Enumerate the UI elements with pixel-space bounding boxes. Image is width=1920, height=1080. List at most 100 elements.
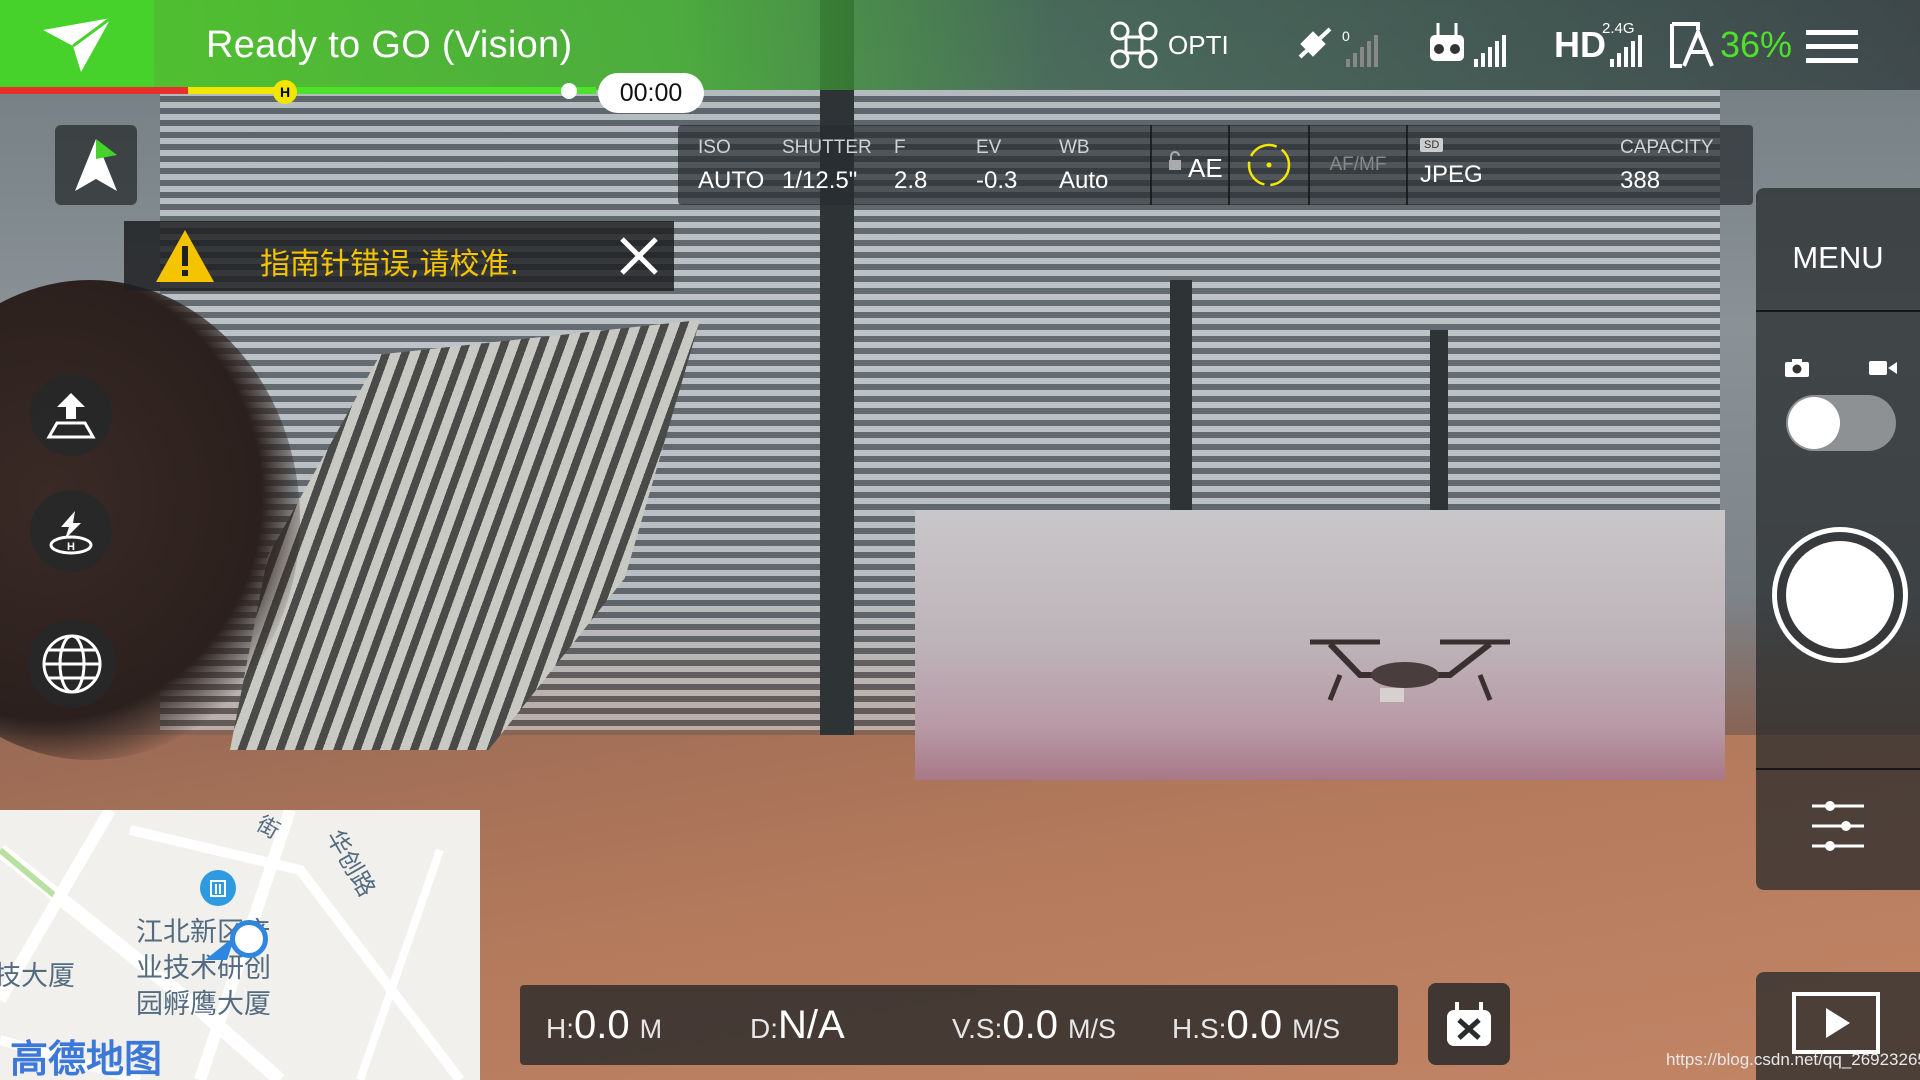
shutter-button[interactable] bbox=[1772, 527, 1908, 663]
vertical-speed-label: V.S: bbox=[952, 1013, 1003, 1044]
focus-mode-button[interactable]: AF/MF bbox=[1310, 125, 1406, 205]
ev-setting[interactable]: EV -0.3 bbox=[976, 137, 1017, 195]
storage-format[interactable]: SD JPEG bbox=[1420, 135, 1483, 189]
camera-menu-button[interactable]: MENU bbox=[1756, 240, 1920, 276]
warning-icon bbox=[156, 230, 214, 282]
aperture-value: 2.8 bbox=[894, 167, 928, 194]
telemetry-bar: H: 0.0 M D: N/A V.S: 0.0 M/S H.S: 0.0 M/… bbox=[520, 985, 1398, 1065]
horizontal-speed-label: H.S: bbox=[1172, 1013, 1227, 1044]
metering-button[interactable] bbox=[1230, 125, 1308, 205]
photo-video-toggle[interactable] bbox=[1786, 395, 1896, 451]
rc-disconnect-button[interactable] bbox=[1428, 983, 1510, 1065]
capacity-value: 388 bbox=[1620, 167, 1661, 194]
aircraft-location-marker bbox=[230, 920, 268, 958]
iso-setting[interactable]: ISO AUTO bbox=[698, 137, 764, 195]
aperture-label: F bbox=[894, 137, 906, 158]
horizontal-speed-value: 0.0 bbox=[1226, 1003, 1283, 1047]
warning-message: 指南针错误,请校准. bbox=[260, 247, 520, 282]
wb-setting[interactable]: WB Auto bbox=[1059, 137, 1108, 195]
battery-icon bbox=[1670, 22, 1714, 68]
shutter-label: SHUTTER bbox=[782, 137, 872, 158]
height-unit: M bbox=[639, 1014, 663, 1044]
wb-value: Auto bbox=[1059, 167, 1109, 194]
aircraft-mode[interactable]: OPTI bbox=[1110, 20, 1229, 70]
vertical-speed-value: 0.0 bbox=[1002, 1003, 1058, 1047]
hd-band: 2.4G bbox=[1602, 20, 1635, 37]
map-building-label-3: 园孵鹰大厦 bbox=[136, 989, 271, 1020]
return-home-icon: H bbox=[49, 511, 93, 555]
ev-label: EV bbox=[976, 137, 1002, 158]
map-view-button[interactable] bbox=[28, 620, 116, 708]
heading-arrow-icon bbox=[205, 936, 235, 960]
home-logo-button[interactable] bbox=[0, 0, 154, 90]
distance-label: D: bbox=[750, 1013, 778, 1044]
main-menu-button[interactable] bbox=[1806, 28, 1858, 66]
wb-label: WB bbox=[1059, 137, 1090, 158]
horizontal-speed-unit: M/S bbox=[1292, 1014, 1341, 1044]
height-label: H: bbox=[546, 1013, 574, 1044]
watermark-url: https://blog.csdn.net/qq_26923265 bbox=[1666, 1050, 1920, 1069]
shutter-button-inner bbox=[1786, 541, 1894, 649]
close-warning-button[interactable] bbox=[614, 231, 664, 281]
map-building-label-left: 技大厦 bbox=[0, 961, 75, 992]
height-value: 0.0 bbox=[574, 1003, 630, 1047]
battery-percentage: 36% bbox=[1720, 24, 1793, 65]
gps-status[interactable]: 0 bbox=[1296, 20, 1382, 70]
aircraft-mode-label: OPTI bbox=[1168, 29, 1229, 60]
hd-label: HD bbox=[1554, 24, 1606, 65]
drone-icon bbox=[1110, 21, 1158, 69]
hd-signal[interactable]: HD 2.4G bbox=[1554, 20, 1650, 70]
ev-value: -0.3 bbox=[976, 167, 1018, 194]
iso-label: ISO bbox=[698, 137, 731, 158]
battery-level-bar bbox=[0, 87, 596, 94]
remote-controller-x-icon bbox=[1447, 1002, 1491, 1046]
divider bbox=[1756, 310, 1920, 312]
takeoff-icon bbox=[46, 393, 96, 439]
building-poi-icon bbox=[200, 870, 236, 906]
satellite-icon bbox=[1298, 27, 1378, 67]
svg-text:H: H bbox=[67, 541, 75, 553]
flight-status[interactable]: Ready to GO (Vision) bbox=[206, 24, 572, 67]
distance-value: N/A bbox=[778, 1003, 845, 1047]
aperture-setting[interactable]: F 2.8 bbox=[894, 137, 927, 195]
ae-label: AE bbox=[1188, 153, 1223, 183]
shutter-value: 1/12.5" bbox=[782, 167, 858, 194]
map-provider-logo: 高德地图 bbox=[10, 1037, 163, 1080]
drone-in-view bbox=[1310, 639, 1510, 702]
iso-value: AUTO bbox=[698, 167, 765, 194]
video-mode-icon bbox=[1869, 361, 1897, 375]
ae-lock-button[interactable]: AE bbox=[1158, 125, 1228, 205]
remote-signal[interactable] bbox=[1428, 20, 1514, 70]
height-readout: H: 0.0 M bbox=[546, 1003, 662, 1048]
sd-card-icon: SD bbox=[1420, 138, 1444, 152]
horizontal-speed-readout: H.S: 0.0 M/S bbox=[1172, 1003, 1340, 1048]
satellite-count: 0 bbox=[1342, 28, 1350, 44]
divider bbox=[1756, 768, 1920, 770]
camera-settings-bar[interactable]: ISO AUTO SHUTTER 1/12.5" F 2.8 EV -0.3 W… bbox=[678, 125, 1753, 205]
mini-map[interactable]: 华创路 街 江北新区产 业技术研创 园孵鹰大厦 技大厦 高德地图 bbox=[0, 810, 480, 1080]
attitude-indicator-button[interactable] bbox=[55, 125, 137, 205]
close-icon bbox=[620, 237, 658, 275]
vertical-speed-unit: M/S bbox=[1067, 1014, 1116, 1044]
divider bbox=[1406, 125, 1408, 205]
play-icon bbox=[1792, 992, 1880, 1054]
return-home-button[interactable]: H bbox=[30, 490, 112, 572]
navigation-arrow-icon bbox=[75, 139, 117, 191]
hamburger-icon bbox=[1806, 30, 1858, 63]
compass-warning-banner: 指南针错误,请校准. bbox=[124, 221, 674, 291]
photo-mode-icon bbox=[1785, 359, 1809, 377]
toggle-knob bbox=[1788, 397, 1840, 449]
flight-timer: 00:00 bbox=[598, 73, 704, 113]
home-return-marker: H bbox=[273, 80, 297, 104]
format-value: JPEG bbox=[1420, 161, 1483, 188]
window-frame bbox=[820, 0, 854, 740]
takeoff-button[interactable] bbox=[30, 374, 112, 456]
camera-settings-button[interactable] bbox=[1808, 796, 1868, 856]
globe-icon bbox=[42, 634, 102, 694]
battery-status[interactable]: 36% bbox=[1668, 20, 1792, 70]
vertical-speed-readout: V.S: 0.0 M/S bbox=[952, 1003, 1116, 1048]
shutter-setting[interactable]: SHUTTER 1/12.5" bbox=[782, 137, 872, 195]
battery-level-indicator bbox=[561, 83, 577, 99]
capacity-info: CAPACITY 388 bbox=[1620, 137, 1714, 195]
sliders-icon bbox=[1812, 801, 1864, 851]
